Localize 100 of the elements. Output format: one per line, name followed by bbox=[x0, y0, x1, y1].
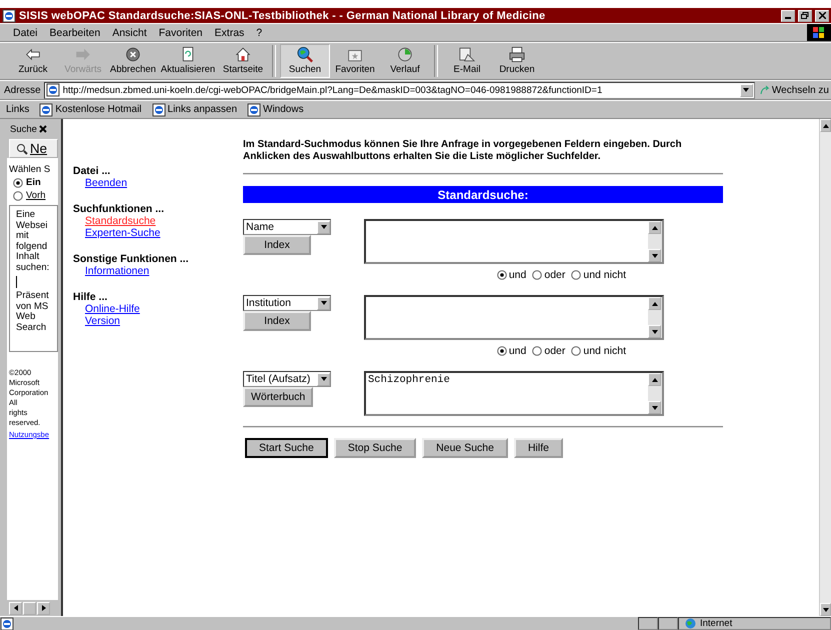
radio-button[interactable] bbox=[571, 346, 582, 356]
nav-heading: Hilfe ... bbox=[73, 291, 108, 303]
nav-heading: Sonstige Funktionen ... bbox=[73, 253, 190, 265]
radio-button[interactable] bbox=[532, 346, 542, 356]
operator-label: oder bbox=[544, 269, 566, 281]
field-select[interactable]: Titel (Aufsatz) bbox=[243, 371, 331, 387]
nav-link[interactable]: Standardsuche bbox=[85, 215, 243, 227]
toolbar-button[interactable]: Abbrechen bbox=[108, 44, 158, 78]
address-label: Adresse bbox=[4, 84, 41, 96]
zone-label: Internet bbox=[700, 618, 732, 629]
menu-item[interactable]: ? bbox=[251, 26, 268, 38]
menu-item[interactable]: Favoriten bbox=[154, 26, 208, 38]
search-text-area[interactable]: Schizophrenie bbox=[364, 371, 664, 416]
nav-heading: Datei ... bbox=[73, 165, 112, 177]
form-button[interactable]: Neue Suche bbox=[422, 438, 508, 458]
page-icon bbox=[46, 83, 60, 97]
toolbar-button[interactable]: Startseite bbox=[218, 44, 268, 78]
link-item[interactable]: Kostenlose Hotmail bbox=[39, 102, 142, 116]
pane-heading: Wählen S bbox=[9, 164, 52, 175]
close-icon bbox=[818, 12, 826, 19]
curved-arrow-icon bbox=[760, 85, 770, 95]
page-icon bbox=[152, 102, 166, 116]
up-arrow-icon bbox=[650, 300, 658, 308]
toolbar-button[interactable]: Drucken bbox=[492, 44, 542, 78]
operator-label: und nicht bbox=[583, 269, 626, 281]
intro-text: Im Standard-Suchmodus können Sie Ihre Anfrage in vorgegebenen Feldern eingeben. Durch Anklicken des Auswahlbuttons erhalten Sie die Liste möglicher Suchfelder. bbox=[243, 139, 683, 163]
up-arrow-icon bbox=[822, 122, 830, 130]
credit-text: Präsent von MS Web Search bbox=[16, 291, 50, 333]
scroll-right-button[interactable] bbox=[37, 602, 50, 614]
pane-title: Suche bbox=[10, 124, 37, 134]
field-select[interactable]: Institution bbox=[243, 295, 331, 311]
up-arrow-icon bbox=[650, 224, 658, 232]
toolbar-button[interactable]: E-Mail bbox=[442, 44, 492, 78]
globe-icon bbox=[685, 618, 696, 629]
down-arrow-icon bbox=[650, 252, 658, 260]
left-arrow-icon bbox=[12, 604, 20, 612]
operator-label: und bbox=[508, 345, 526, 357]
up-arrow-icon bbox=[650, 376, 658, 384]
radio-button[interactable] bbox=[571, 270, 582, 280]
nav-link[interactable]: Version bbox=[85, 315, 243, 327]
radio-button[interactable] bbox=[496, 346, 507, 356]
down-arrow-icon bbox=[650, 328, 658, 336]
close-button[interactable] bbox=[815, 10, 829, 22]
menu-item[interactable]: Extras bbox=[210, 26, 250, 38]
scroll-thumb[interactable] bbox=[23, 602, 36, 614]
down-arrow-icon bbox=[320, 223, 328, 231]
right-arrow-icon bbox=[40, 604, 48, 612]
search-text-area[interactable] bbox=[364, 295, 664, 340]
nav-link[interactable]: Online-Hilfe bbox=[85, 303, 243, 315]
down-arrow-icon bbox=[320, 375, 328, 383]
links-label: Links bbox=[6, 104, 30, 115]
address-field[interactable]: http://medsun.zbmed.uni-koeln.de/cgi-webOPAC/bridgeMain.pl?Lang=De&maskID=003&tagNO=046-0981988872&functionID=1 bbox=[44, 82, 755, 98]
page-icon bbox=[247, 102, 262, 116]
go-button[interactable]: Wechseln zu bbox=[758, 84, 831, 96]
section-banner: Standardsuche: bbox=[243, 186, 723, 203]
search-text-area[interactable] bbox=[364, 219, 664, 264]
down-arrow-icon bbox=[320, 299, 328, 307]
radio-button[interactable] bbox=[13, 178, 23, 188]
link-item[interactable]: Links anpassen bbox=[152, 102, 238, 116]
window-title: SISIS webOPAC Standardsuche:SIAS-ONL-Testbibliothek - - German National Library of Medicine bbox=[19, 10, 546, 22]
nav-link[interactable]: Informationen bbox=[85, 265, 243, 277]
toolbar-button[interactable]: Suchen bbox=[280, 44, 330, 78]
down-arrow-icon bbox=[822, 606, 830, 614]
form-button[interactable]: Start Suche bbox=[245, 438, 328, 458]
down-arrow-icon bbox=[742, 86, 750, 94]
field-select[interactable]: Name bbox=[243, 219, 331, 235]
restore-icon bbox=[801, 12, 809, 19]
lookup-button[interactable]: Index bbox=[243, 235, 311, 255]
search-icon bbox=[16, 142, 28, 154]
radio-button[interactable] bbox=[496, 270, 507, 280]
page-icon bbox=[39, 102, 54, 116]
vertical-scrollbar[interactable] bbox=[819, 119, 831, 616]
link-item[interactable]: Windows bbox=[247, 102, 304, 116]
lookup-button[interactable]: Index bbox=[243, 311, 311, 331]
nav-link[interactable]: Experten-Suche bbox=[85, 227, 243, 239]
toolbar-button[interactable]: Favoriten bbox=[330, 44, 380, 78]
radio-button[interactable] bbox=[532, 270, 542, 280]
restore-button[interactable] bbox=[798, 10, 812, 22]
nav-heading: Suchfunktionen ... bbox=[73, 203, 165, 215]
toolbar-button[interactable]: Aktualisieren bbox=[158, 44, 218, 78]
toolbar-button[interactable]: Zurück bbox=[8, 44, 58, 78]
operator-label: und nicht bbox=[583, 345, 626, 357]
down-arrow-icon bbox=[650, 404, 658, 412]
operator-label: oder bbox=[544, 345, 566, 357]
new-search-button[interactable]: Ne bbox=[9, 139, 58, 158]
lookup-button[interactable]: Wörterbuch bbox=[243, 387, 314, 407]
form-button[interactable]: Stop Suche bbox=[334, 438, 416, 458]
scroll-left-button[interactable] bbox=[9, 602, 22, 614]
menu-item[interactable]: Ansicht bbox=[107, 26, 152, 38]
menu-item[interactable]: Datei bbox=[8, 26, 43, 38]
minimize-button[interactable] bbox=[781, 10, 795, 22]
nav-link[interactable]: Beenden bbox=[85, 177, 243, 189]
radio-button[interactable] bbox=[13, 190, 23, 200]
menu-item[interactable]: Bearbeiten bbox=[44, 26, 106, 38]
option-label: Vorh bbox=[26, 190, 46, 201]
operator-label: und bbox=[508, 269, 526, 281]
close-icon[interactable] bbox=[38, 125, 47, 133]
option-label: Ein bbox=[26, 177, 41, 188]
form-button[interactable]: Hilfe bbox=[514, 438, 563, 458]
toolbar-button[interactable]: Verlauf bbox=[380, 44, 430, 78]
